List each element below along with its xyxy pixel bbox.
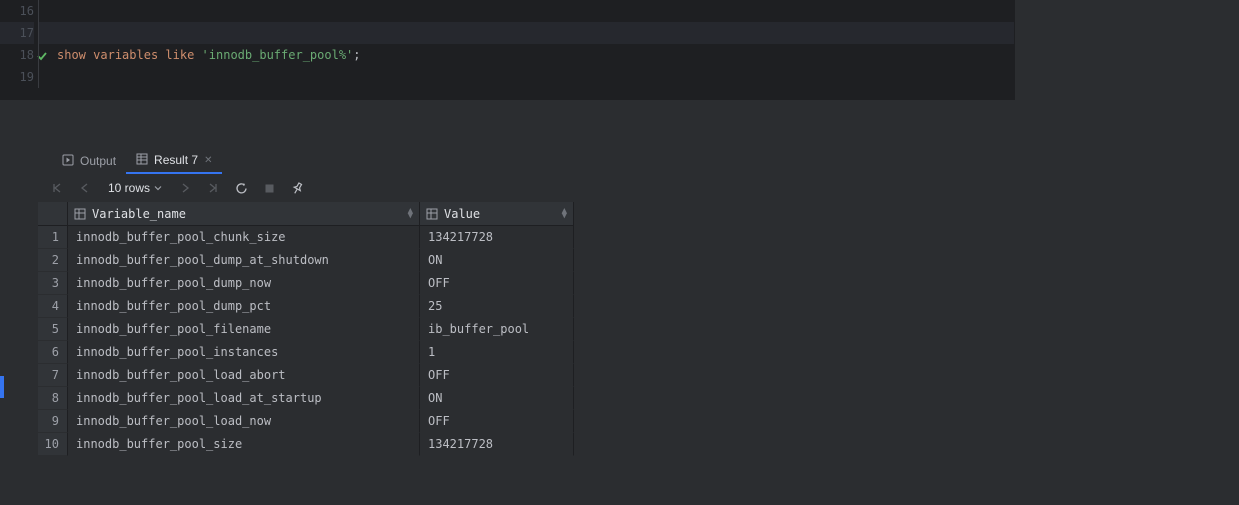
cell-value[interactable]: 25 bbox=[420, 295, 574, 318]
cell-variable-name[interactable]: innodb_buffer_pool_size bbox=[68, 433, 420, 456]
result-toolbar: 10 rows bbox=[38, 174, 1239, 202]
next-page-button[interactable] bbox=[176, 179, 194, 197]
sort-icon: ▲▼ bbox=[562, 209, 567, 219]
last-page-button[interactable] bbox=[204, 179, 222, 197]
column-icon bbox=[426, 208, 438, 220]
tab-label: Output bbox=[80, 154, 116, 168]
cell-variable-name[interactable]: innodb_buffer_pool_dump_pct bbox=[68, 295, 420, 318]
row-number[interactable]: 10 bbox=[38, 433, 68, 456]
row-number[interactable]: 2 bbox=[38, 249, 68, 272]
left-strip bbox=[0, 148, 38, 505]
pin-button[interactable] bbox=[288, 179, 306, 197]
tab-output[interactable]: Output bbox=[52, 148, 126, 174]
prev-page-button[interactable] bbox=[76, 179, 94, 197]
close-icon[interactable]: ✕ bbox=[204, 155, 212, 166]
editor-main[interactable]: show variables like 'innodb_buffer_pool%… bbox=[38, 0, 1014, 100]
play-icon bbox=[62, 154, 74, 169]
row-number[interactable]: 1 bbox=[38, 226, 68, 249]
tab-result[interactable]: Result 7 ✕ bbox=[126, 148, 222, 174]
data-table: 12345678910 Variable_name ▲▼ innodb_buff… bbox=[38, 202, 1239, 456]
gutter-line[interactable]: 19 bbox=[0, 66, 34, 88]
cell-variable-name[interactable]: innodb_buffer_pool_dump_at_shutdown bbox=[68, 249, 420, 272]
row-number[interactable]: 8 bbox=[38, 387, 68, 410]
cell-variable-name[interactable]: innodb_buffer_pool_load_at_startup bbox=[68, 387, 420, 410]
row-number-gutter: 12345678910 bbox=[38, 202, 68, 456]
cell-variable-name[interactable]: innodb_buffer_pool_dump_now bbox=[68, 272, 420, 295]
sort-icon: ▲▼ bbox=[408, 209, 413, 219]
editor-line[interactable] bbox=[38, 66, 1014, 88]
first-page-button[interactable] bbox=[48, 179, 66, 197]
cell-variable-name[interactable]: innodb_buffer_pool_instances bbox=[68, 341, 420, 364]
gutter-line[interactable]: 17 bbox=[0, 22, 34, 44]
cell-value[interactable]: 134217728 bbox=[420, 226, 574, 249]
editor-area: 16171819 show variables like 'innodb_buf… bbox=[0, 0, 1239, 100]
gutter-line[interactable]: 16 bbox=[0, 0, 34, 22]
panel-splitter[interactable] bbox=[0, 100, 1239, 148]
column-header-label: Variable_name bbox=[92, 207, 186, 221]
table-icon bbox=[136, 153, 148, 168]
cell-value[interactable]: OFF bbox=[420, 410, 574, 433]
editor-line[interactable]: show variables like 'innodb_buffer_pool%… bbox=[38, 44, 1014, 66]
column-header-label: Value bbox=[444, 207, 480, 221]
row-number[interactable]: 3 bbox=[38, 272, 68, 295]
column-icon bbox=[74, 208, 86, 220]
row-number[interactable]: 9 bbox=[38, 410, 68, 433]
selection-indicator bbox=[0, 376, 4, 398]
cell-variable-name[interactable]: innodb_buffer_pool_load_now bbox=[68, 410, 420, 433]
cell-value[interactable]: 134217728 bbox=[420, 433, 574, 456]
cell-value[interactable]: 1 bbox=[420, 341, 574, 364]
stop-button[interactable] bbox=[260, 179, 278, 197]
row-number[interactable]: 4 bbox=[38, 295, 68, 318]
cell-variable-name[interactable]: innodb_buffer_pool_filename bbox=[68, 318, 420, 341]
row-number[interactable]: 7 bbox=[38, 364, 68, 387]
column-variable-name: Variable_name ▲▼ innodb_buffer_pool_chun… bbox=[68, 202, 420, 456]
table-corner bbox=[38, 202, 68, 226]
cell-variable-name[interactable]: innodb_buffer_pool_load_abort bbox=[68, 364, 420, 387]
editor-line[interactable] bbox=[38, 22, 1014, 44]
chevron-down-icon bbox=[154, 181, 162, 195]
cell-value[interactable]: ON bbox=[420, 387, 574, 410]
tab-label: Result 7 bbox=[154, 153, 198, 167]
column-value: Value ▲▼ 134217728ONOFF25ib_buffer_pool1… bbox=[420, 202, 574, 456]
cell-variable-name[interactable]: innodb_buffer_pool_chunk_size bbox=[68, 226, 420, 249]
row-number[interactable]: 5 bbox=[38, 318, 68, 341]
row-count-dropdown[interactable]: 10 rows bbox=[104, 181, 166, 195]
column-header-value[interactable]: Value ▲▼ bbox=[420, 202, 574, 226]
cell-value[interactable]: OFF bbox=[420, 272, 574, 295]
cell-value[interactable]: ON bbox=[420, 249, 574, 272]
row-number[interactable]: 6 bbox=[38, 341, 68, 364]
row-count-label: 10 rows bbox=[108, 181, 150, 195]
column-header-variable-name[interactable]: Variable_name ▲▼ bbox=[68, 202, 420, 226]
editor-gutter: 16171819 bbox=[0, 0, 38, 100]
cell-value[interactable]: ib_buffer_pool bbox=[420, 318, 574, 341]
results-panel: Output Result 7 ✕ 10 rows bbox=[0, 148, 1239, 505]
editor-line[interactable] bbox=[38, 0, 1014, 22]
result-tabs: Output Result 7 ✕ bbox=[38, 148, 1239, 174]
gutter-line[interactable]: 18 bbox=[0, 44, 34, 66]
cell-value[interactable]: OFF bbox=[420, 364, 574, 387]
editor-side-panel bbox=[1014, 0, 1239, 100]
refresh-button[interactable] bbox=[232, 179, 250, 197]
